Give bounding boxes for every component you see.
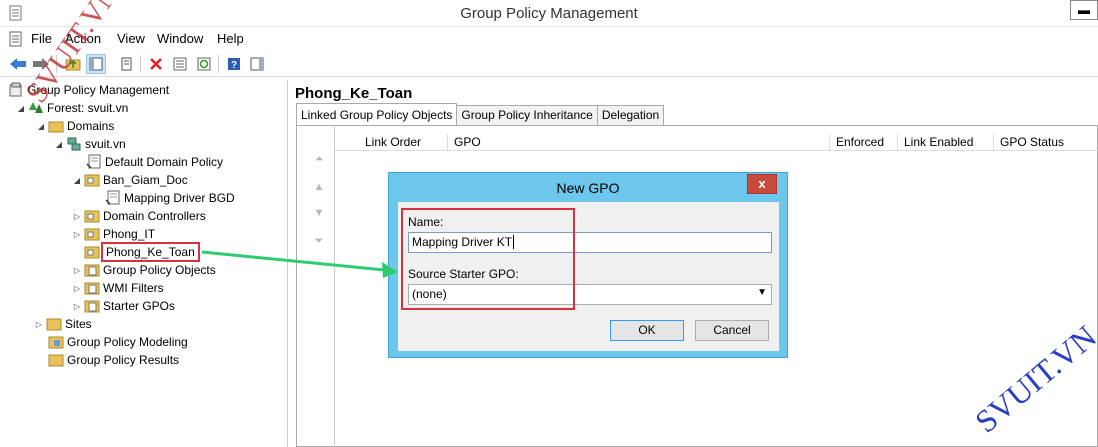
col-enforced[interactable]: Enforced [829, 134, 897, 151]
expand-icon[interactable]: ▷ [72, 229, 82, 239]
col-gpo-status[interactable]: GPO Status [993, 134, 1098, 151]
col-gpo[interactable]: GPO [447, 134, 829, 151]
tree-domain-label: svuit.vn [85, 137, 126, 151]
col-link-order[interactable]: Link Order [335, 134, 447, 151]
gpo-link-icon [105, 190, 121, 206]
tab-strip: Linked Group Policy Objects Group Policy… [296, 103, 665, 125]
annotation-highlight-box [401, 208, 575, 310]
expand-icon[interactable]: ▷ [72, 211, 82, 221]
back-arrow-icon[interactable] [8, 54, 28, 74]
collapse-icon[interactable]: ◢ [72, 175, 82, 185]
modeling-icon [48, 334, 64, 350]
ou-folder-icon [84, 172, 100, 188]
domains-icon [48, 118, 64, 134]
tab-linked-gpos[interactable]: Linked Group Policy Objects [296, 103, 458, 125]
expand-icon[interactable]: ▷ [72, 283, 82, 293]
tree-sites[interactable]: ▷ Sites [34, 315, 92, 333]
menu-window[interactable]: Window [157, 31, 203, 46]
properties-icon[interactable] [170, 54, 190, 74]
copy-icon[interactable] [116, 54, 136, 74]
move-top-icon[interactable]: ⏶ [311, 152, 327, 166]
sites-folder-icon [46, 316, 62, 332]
window-close-button[interactable]: ▬ [1070, 0, 1098, 20]
ou-folder-icon [84, 244, 100, 260]
results-icon [48, 352, 64, 368]
expand-icon[interactable]: ▷ [72, 301, 82, 311]
tree-domain-controllers[interactable]: ▷ Domain Controllers [72, 207, 206, 225]
tree-gp-results[interactable]: Group Policy Results [48, 351, 179, 369]
svg-text:?: ? [231, 60, 237, 71]
toolbar: ? [0, 51, 1098, 77]
ou-folder-icon [84, 208, 100, 224]
tree-phong-ke-toan[interactable]: Phong_Ke_Toan [84, 242, 200, 262]
menu-bar: File Action View Window Help [0, 28, 1098, 50]
tree-ou-ban-giam-doc[interactable]: ◢ Ban_Giam_Doc [72, 171, 188, 189]
move-up-icon[interactable]: ▲ [311, 180, 327, 194]
wmi-folder-icon [84, 280, 100, 296]
action-pane-icon[interactable] [247, 54, 267, 74]
delete-icon[interactable] [146, 54, 166, 74]
move-down-icon[interactable]: ▼ [311, 206, 327, 220]
ou-title: Phong_Ke_Toan [295, 85, 413, 102]
tab-gp-inheritance[interactable]: Group Policy Inheritance [456, 105, 598, 125]
collapse-icon[interactable]: ◢ [36, 121, 46, 131]
tree-forest-label: Forest: svuit.vn [47, 101, 129, 115]
starter-folder-icon [84, 298, 100, 314]
col-link-enabled[interactable]: Link Enabled [897, 134, 993, 151]
dialog-close-button[interactable]: x [747, 174, 777, 194]
ok-button[interactable]: OK [610, 320, 684, 341]
help-icon[interactable]: ? [224, 54, 244, 74]
gpo-folder-icon [84, 262, 100, 278]
tree-default-domain-policy[interactable]: Default Domain Policy [86, 153, 223, 171]
title-bar: Group Policy Management ▬ [0, 0, 1098, 27]
cancel-button[interactable]: Cancel [695, 320, 769, 341]
tree-mapping-driver-bgd[interactable]: Mapping Driver BGD [105, 189, 235, 207]
tree-domains-label: Domains [67, 119, 115, 133]
dialog-title: New GPO [556, 180, 620, 196]
order-buttons: ⏶ ▲ ▼ ⏷ [297, 126, 335, 447]
expand-icon[interactable]: ▷ [72, 265, 82, 275]
tree-starter-gpos[interactable]: ▷ Starter GPOs [72, 297, 175, 315]
tree-domain-svuit[interactable]: ◢ svuit.vn [54, 135, 126, 153]
console-icon [9, 31, 22, 47]
chevron-down-icon: ▼ [757, 287, 767, 298]
gpo-link-icon [86, 154, 102, 170]
expand-icon[interactable]: ▷ [34, 319, 44, 329]
tab-delegation[interactable]: Delegation [596, 105, 665, 125]
table-header: Link Order GPO Enforced Link Enabled GPO… [335, 134, 1098, 151]
tree-domains[interactable]: ◢ Domains [36, 117, 114, 135]
annotation-arrow [201, 250, 398, 278]
window-title: Group Policy Management [460, 5, 638, 22]
tree-phong-it[interactable]: ▷ Phong_IT [72, 225, 155, 243]
collapse-icon[interactable]: ◢ [16, 103, 26, 113]
domain-icon [66, 136, 82, 152]
show-hide-tree-icon[interactable] [86, 54, 106, 74]
ou-folder-icon [84, 226, 100, 242]
refresh-icon[interactable] [194, 54, 214, 74]
menu-view[interactable]: View [117, 31, 145, 46]
menu-file[interactable]: File [31, 31, 52, 46]
tree-gp-modeling[interactable]: Group Policy Modeling [48, 333, 188, 351]
menu-help[interactable]: Help [217, 31, 244, 46]
tree-wmi-filters[interactable]: ▷ WMI Filters [72, 279, 164, 297]
tree-group-policy-objects[interactable]: ▷ Group Policy Objects [72, 261, 216, 279]
collapse-icon[interactable]: ◢ [54, 139, 64, 149]
tree-forest[interactable]: ◢ Forest: svuit.vn [16, 99, 128, 117]
